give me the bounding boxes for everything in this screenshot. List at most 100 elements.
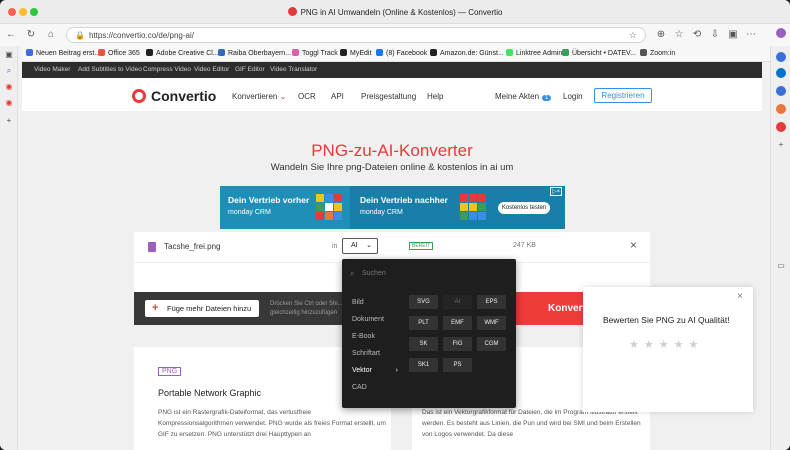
url-text: https://convertio.co/de/png-ai/ [89,31,194,40]
bookmark-item[interactable]: Amazon.de: Günst... [430,49,504,57]
category-bild[interactable]: Bild [352,299,398,306]
category-dokument[interactable]: Dokument [352,316,398,323]
reload-icon[interactable]: ↻ [24,28,38,42]
category-ebook[interactable]: E-Book [352,333,398,340]
page-subtitle: Wandeln Sie Ihre png-Dateien online & ko… [270,162,514,173]
topnav-item[interactable]: Video Maker [34,66,70,73]
left-tab-sidebar: ▣ ⌕ ◉ ◉ + [0,46,18,450]
search-icon: ⌕ [350,269,355,278]
tab-actions-icon[interactable]: ▣ [4,50,14,60]
login-link[interactable]: Login [563,92,583,101]
chevron-right-icon: › [395,367,398,374]
lock-icon: 🔒 [75,31,85,40]
category-schriftart[interactable]: Schriftart [352,350,398,357]
shopping-icon[interactable] [776,104,786,114]
bookmark-favicon-icon [218,49,225,56]
download-icon[interactable]: ⇩ [708,28,722,42]
convertio-tab-icon[interactable]: ◉ [4,98,14,108]
format-option[interactable]: SVG [409,295,438,309]
format-option[interactable]: EMF [443,316,472,330]
topnav-item[interactable]: Video Editor [194,66,229,73]
nav-convert[interactable]: Konvertieren ⌄ [232,92,286,101]
nav-api[interactable]: API [331,92,344,101]
rating-prompt: Bewerten Sie PNG zu AI Qualität! [603,315,730,325]
category-vektor[interactable]: Vektor › [352,367,398,374]
remove-file-icon[interactable]: × [630,238,637,252]
nav-ocr[interactable]: OCR [298,92,316,101]
format-option[interactable]: CGM [477,337,506,351]
format-select[interactable]: AI ⌄ [342,238,378,254]
bookmark-favicon-icon [340,49,347,56]
home-icon[interactable]: ⌂ [44,28,58,42]
my-files-link[interactable]: Meine Akten 1 [495,92,552,101]
discover-icon[interactable] [776,86,786,96]
topnav-item[interactable]: GIF Editor [235,66,265,73]
topnav-item[interactable]: Add Subtitles to Video [78,66,142,73]
bookmark-favicon-icon [640,49,647,56]
bookmark-item[interactable]: Office 365 [98,49,140,57]
format-option[interactable]: SK [409,337,438,351]
register-button[interactable]: Registrieren [594,88,652,103]
bookmark-item[interactable]: Übersicht • DATEV... [562,49,636,57]
back-icon[interactable]: ← [4,28,18,42]
rating-stars[interactable]: ★★★★★ [629,338,703,351]
right-sidebar: + ▭ [770,28,790,450]
nav-pricing[interactable]: Preisgestaltung [361,92,416,101]
more-icon[interactable]: ⋯ [744,28,758,42]
history-icon[interactable]: ⟲ [690,28,704,42]
favorites-icon[interactable]: ☆ [672,28,686,42]
add-more-files-button[interactable]: + Füge mehr Dateien hinzu [145,300,259,317]
bookmark-item[interactable]: Linktree Admin [506,49,562,57]
bookmark-item[interactable]: Raiba Oberbayern... [218,49,291,57]
add-icon[interactable]: + [776,140,786,150]
format-title: Portable Network Graphic [158,388,262,398]
window-title: PNG in AI Umwandeln (Online & Kostenlos)… [0,7,790,17]
close-icon[interactable]: × [737,291,743,302]
search-icon[interactable] [776,52,786,62]
format-option-selected: AI [443,295,472,309]
bookmark-favicon-icon [26,49,33,56]
page-title: PNG-zu-AI-Konverter [311,141,473,160]
topnav-item[interactable]: Compress Video [143,66,191,73]
extensions-icon[interactable]: ⊕ [654,28,668,42]
bookmark-item[interactable]: (8) Facebook [376,49,427,57]
ad-cta-button[interactable]: Kostenlos testen [498,202,550,214]
collections-icon[interactable]: ▣ [726,28,740,42]
nav-help[interactable]: Help [427,92,443,101]
bookmark-item[interactable]: Neuen Beitrag erst... [26,49,100,57]
outlook-icon[interactable] [776,68,786,78]
bookmark-star-icon[interactable]: ☆ [629,30,637,41]
bookmark-favicon-icon [376,49,383,56]
ad-right-title: Dein Vertrieb nachher [360,195,448,205]
format-option[interactable]: SK1 [409,358,438,372]
format-option[interactable]: FIG [443,337,472,351]
bookmark-item[interactable]: Toggl Track [292,49,338,57]
format-option[interactable]: WMF [477,316,506,330]
format-option[interactable]: PS [443,358,472,372]
copilot-icon[interactable] [776,28,786,38]
format-option[interactable]: EPS [477,295,506,309]
topnav-item[interactable]: Video Translator [270,66,317,73]
office-icon[interactable] [776,122,786,132]
search-icon[interactable]: ⌕ [4,66,14,76]
format-search-input[interactable]: ⌕ Suchen [350,267,510,281]
title-bar: PNG in AI Umwandeln (Online & Kostenlos)… [0,0,790,24]
ad-banner[interactable]: Dein Vertrieb vorher monday CRM Dein Ver… [220,186,565,229]
bookmark-item[interactable]: Adobe Creative Cl... [146,49,219,57]
bookmark-favicon-icon [292,49,299,56]
format-tag: PNG [158,367,182,376]
bookmark-item[interactable]: Zoom:in [640,49,675,57]
convertio-tab-icon[interactable]: ◉ [4,82,14,92]
sidebar-layout-icon[interactable]: ▭ [776,261,786,271]
new-tab-icon[interactable]: + [4,116,14,126]
ad-choices-icon[interactable]: ▷× [550,187,563,196]
logo[interactable]: Convertio [132,88,216,104]
address-bar[interactable]: 🔒 https://convertio.co/de/png-ai/ ☆ [66,27,646,43]
plus-icon: + [152,302,159,314]
category-cad[interactable]: CAD [352,384,398,391]
ad-left-title: Dein Vertrieb vorher [228,195,310,205]
rubik-cube-icon [316,194,342,220]
bookmark-item[interactable]: MyEdit [340,49,371,57]
rating-popup: × Bewerten Sie PNG zu AI Qualität! ★★★★★ [583,287,753,412]
format-option[interactable]: PLT [409,316,438,330]
